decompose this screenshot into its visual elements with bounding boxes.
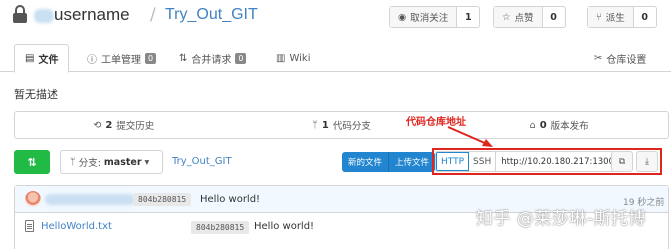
file-action-group: 新的文件 上传文件	[342, 152, 436, 172]
download-button[interactable]: ⤓	[636, 151, 658, 172]
branch-count: 1	[321, 119, 329, 131]
commits-stat[interactable]: ⟲ 2 提交历史	[15, 112, 233, 138]
release-label: 版本发布	[550, 121, 589, 132]
tag-icon: ⌂	[529, 119, 536, 131]
tab-label: 工单管理	[101, 54, 141, 66]
book-icon: ▥	[276, 52, 286, 64]
info-icon: ⓘ	[87, 54, 97, 66]
tab-files[interactable]: ▤ 文件	[14, 44, 70, 73]
download-icon: ⤓	[645, 156, 649, 167]
repo-stats: ⟲ 2 提交历史 ᛘ 1 代码分支 ⌂ 0 版本发布	[14, 111, 669, 139]
avatar[interactable]	[25, 191, 41, 207]
pull-request-icon: ⇅	[179, 52, 188, 64]
branch-icon: ᛘ	[70, 156, 76, 168]
http-toggle[interactable]: HTTP	[436, 152, 470, 171]
breadcrumb[interactable]: Try_Out_GIT	[172, 156, 232, 167]
avatar-blur	[34, 9, 54, 23]
owner-name[interactable]: username	[54, 5, 130, 25]
star-button[interactable]: ☆ 点赞 0	[493, 6, 566, 28]
compare-button[interactable]: ⇅	[14, 150, 50, 174]
ssh-toggle[interactable]: SSH	[469, 152, 496, 171]
file-code-icon: ▤	[25, 53, 35, 64]
file-name[interactable]: HelloWorld.txt	[41, 221, 112, 232]
annotation-label: 代码仓库地址	[406, 117, 466, 128]
wrench-icon: ✂	[594, 52, 603, 64]
star-icon: ☆	[502, 11, 511, 23]
branch-prefix: 分支:	[78, 158, 101, 169]
new-file-button[interactable]: 新的文件	[342, 152, 388, 172]
branch-label: 代码分支	[332, 121, 371, 132]
path-separator: /	[150, 5, 156, 25]
fork-count[interactable]: 0	[634, 7, 656, 27]
repo-description: 暂无描述	[14, 88, 58, 101]
caret-down-icon: ▾	[144, 156, 150, 168]
fork-button[interactable]: ⑂ 派生 0	[587, 6, 657, 28]
release-count: 0	[539, 119, 547, 131]
tab-label: 合并请求	[191, 54, 232, 66]
compare-icon: ⇅	[27, 155, 37, 169]
fork-label: 派生	[605, 13, 625, 24]
copy-icon: ⧉	[618, 156, 626, 167]
fork-icon: ⑂	[596, 11, 602, 23]
file-text-icon	[25, 220, 34, 232]
watermark: 知乎 @莱莎琳-斯托博	[476, 209, 647, 229]
commit-sha[interactable]: 804b280815	[133, 193, 192, 206]
tab-wiki[interactable]: ▥ Wiki	[276, 44, 310, 72]
commit-label: 提交历史	[116, 121, 155, 132]
tab-issues[interactable]: ⓘ 工单管理 0	[87, 44, 157, 72]
unwatch-label: 取消关注	[410, 13, 449, 24]
commit-message[interactable]: Hello world!	[200, 194, 260, 205]
branch-icon: ᛘ	[312, 119, 318, 131]
upload-file-button[interactable]: 上传文件	[388, 152, 435, 172]
tab-label: 仓库设置	[606, 54, 647, 66]
file-commit-sha[interactable]: 804b280815	[191, 221, 250, 234]
branch-dropdown[interactable]: ᛘ 分支: master ▾	[60, 150, 163, 174]
repo-name[interactable]: Try_Out_GIT	[165, 6, 258, 24]
branch-name: master	[103, 156, 142, 168]
star-label: 点赞	[514, 13, 534, 24]
tab-label: Wiki	[289, 52, 311, 64]
author-blur	[45, 194, 135, 205]
clone-url-group: HTTP SSH http://10.20.180.217:13000/	[435, 151, 617, 172]
lock-icon	[13, 5, 27, 23]
history-icon: ⟲	[93, 119, 102, 131]
tab-pull-requests[interactable]: ⇅ 合并请求 0	[179, 44, 247, 72]
star-count[interactable]: 0	[543, 7, 565, 27]
copy-url-button[interactable]: ⧉	[611, 151, 633, 172]
watch-count[interactable]: 1	[457, 7, 479, 27]
clone-url-input[interactable]: http://10.20.180.217:13000/	[495, 152, 615, 171]
file-commit-message[interactable]: Hello world!	[254, 221, 314, 232]
repo-header: username / Try_Out_GIT ◉ 取消关注 1 ☆ 点赞 0 ⑂ 派生…	[0, 0, 671, 36]
commit-count: 2	[105, 119, 113, 131]
releases-stat[interactable]: ⌂ 0 版本发布	[450, 112, 668, 138]
pr-count-badge: 0	[235, 52, 247, 64]
tab-label: 文件	[38, 55, 59, 66]
eye-slash-icon: ◉	[398, 11, 407, 23]
issue-count-badge: 0	[145, 52, 157, 64]
tab-settings[interactable]: ✂ 仓库设置	[594, 44, 646, 72]
repo-tabs: ▤ 文件 ⓘ 工单管理 0 ⇅ 合并请求 0 ▥ Wiki ✂ 仓库设置	[0, 44, 671, 73]
unwatch-button[interactable]: ◉ 取消关注 1	[389, 6, 481, 28]
